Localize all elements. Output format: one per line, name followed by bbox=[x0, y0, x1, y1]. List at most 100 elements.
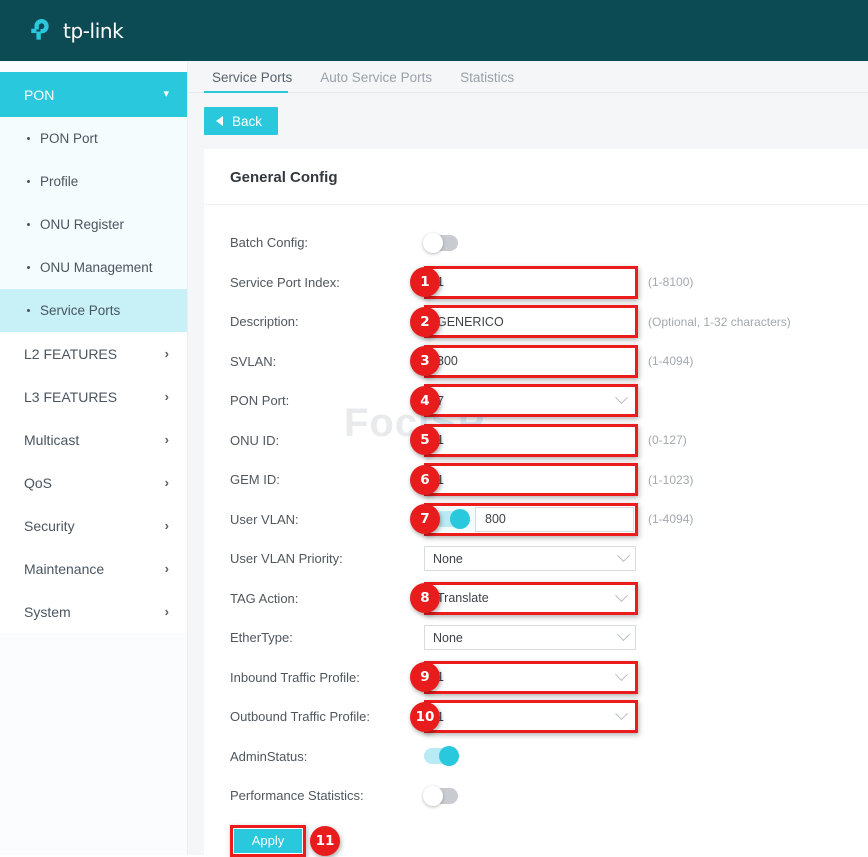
sidebar-item-security[interactable]: Security › bbox=[0, 504, 187, 547]
pon-port-select[interactable]: 7 bbox=[428, 388, 634, 414]
triangle-left-icon bbox=[216, 116, 223, 126]
batch-config-toggle[interactable] bbox=[423, 232, 458, 253]
performance-statistics-toggle[interactable] bbox=[423, 785, 458, 806]
tplink-logo-icon bbox=[31, 18, 49, 40]
svlan-label: SVLAN: bbox=[230, 353, 277, 369]
field-row-tag-action: TAG Action: 8 Translate bbox=[204, 579, 868, 619]
chevron-down-icon bbox=[615, 589, 628, 602]
tag-action-select[interactable]: Translate bbox=[428, 585, 634, 611]
sidebar-item-label: Profile bbox=[40, 174, 79, 189]
onu-id-input[interactable]: 1 bbox=[428, 427, 634, 453]
svlan-highlight: 3 800 bbox=[410, 344, 638, 378]
gem-id-input[interactable]: 1 bbox=[428, 467, 634, 493]
onu-id-label: ONU ID: bbox=[230, 432, 280, 448]
chevron-right-icon: › bbox=[164, 604, 169, 619]
sidebar-item-qos[interactable]: QoS › bbox=[0, 461, 187, 504]
marker-6: 6 bbox=[410, 464, 440, 495]
sidebar-item-pon-port[interactable]: PON Port bbox=[0, 117, 187, 160]
onu-id-highlight: 5 1 bbox=[410, 423, 638, 457]
gem-id-label: GEM ID: bbox=[230, 472, 280, 488]
marker-11: 11 bbox=[310, 825, 340, 856]
sidebar-item-profile[interactable]: Profile bbox=[0, 160, 187, 203]
field-row-ethertype: EtherType: None bbox=[204, 618, 868, 658]
service-port-index-hint: (1-8100) bbox=[648, 275, 694, 290]
ethertype-select[interactable]: None bbox=[424, 625, 636, 651]
field-row-inbound-profile: Inbound Traffic Profile: 9 1 bbox=[204, 658, 868, 698]
sidebar-item-label: ONU Management bbox=[40, 260, 153, 275]
sidebar-item-l2-features[interactable]: L2 FEATURES › bbox=[0, 332, 187, 375]
description-hint: (Optional, 1-32 characters) bbox=[648, 314, 791, 329]
service-port-index-label: Service Port Index: bbox=[230, 274, 340, 290]
chevron-right-icon: › bbox=[164, 561, 169, 576]
chevron-right-icon: › bbox=[164, 518, 169, 533]
tab-service-ports[interactable]: Service Ports bbox=[204, 70, 300, 93]
back-button-row: Back bbox=[188, 93, 868, 149]
toggle-knob bbox=[449, 509, 470, 530]
sidebar-item-label: Security bbox=[24, 517, 75, 534]
user-vlan-label: User VLAN: bbox=[230, 511, 299, 527]
field-row-description: Description: 2 GENERICO (Optional, 1-32 … bbox=[204, 302, 868, 342]
sidebar-item-onu-management[interactable]: ONU Management bbox=[0, 246, 187, 289]
outbound-profile-highlight: 10 1 bbox=[410, 700, 638, 734]
gem-id-highlight: 6 1 bbox=[410, 463, 638, 497]
svlan-hint: (1-4094) bbox=[648, 354, 694, 369]
chevron-down-icon bbox=[615, 668, 628, 681]
service-port-index-input[interactable]: 1 bbox=[428, 269, 634, 295]
sidebar-item-label: System bbox=[24, 603, 71, 620]
bullet-icon bbox=[27, 223, 30, 226]
sidebar-item-onu-register[interactable]: ONU Register bbox=[0, 203, 187, 246]
field-row-admin-status: AdminStatus: bbox=[204, 737, 868, 777]
ethertype-label: EtherType: bbox=[230, 630, 293, 646]
sidebar-item-system[interactable]: System › bbox=[0, 590, 187, 633]
sidebar-group-pon[interactable]: PON ▾ bbox=[0, 72, 187, 117]
field-row-pon-port: PON Port: 4 7 bbox=[204, 381, 868, 421]
inbound-profile-select[interactable]: 1 bbox=[428, 664, 634, 690]
sidebar-item-label: QoS bbox=[24, 474, 53, 491]
marker-4: 4 bbox=[410, 385, 440, 416]
sidebar: PON ▾ PON Port Profile ONU Register ONU … bbox=[0, 61, 188, 855]
tab-statistics[interactable]: Statistics bbox=[452, 70, 522, 92]
bullet-icon bbox=[27, 309, 30, 312]
apply-button[interactable]: Apply bbox=[234, 828, 302, 853]
user-vlan-priority-select[interactable]: None bbox=[424, 546, 636, 572]
general-config-card: General Config FocISP Batch Config: Serv… bbox=[204, 149, 868, 857]
sidebar-item-label: L2 FEATURES bbox=[24, 345, 118, 362]
chevron-down-icon bbox=[615, 391, 628, 405]
sidebar-item-service-ports[interactable]: Service Ports bbox=[0, 289, 187, 332]
user-vlan-input[interactable]: 800 bbox=[476, 506, 634, 532]
marker-9: 9 bbox=[410, 662, 440, 693]
sidebar-item-multicast[interactable]: Multicast › bbox=[0, 418, 187, 461]
field-row-user-vlan-priority: User VLAN Priority: None bbox=[204, 539, 868, 579]
user-vlan-combo: 800 bbox=[428, 506, 634, 532]
app-header: tp-link bbox=[0, 0, 868, 61]
batch-config-label: Batch Config: bbox=[230, 235, 309, 251]
inbound-profile-label: Inbound Traffic Profile: bbox=[230, 669, 360, 685]
sidebar-item-maintenance[interactable]: Maintenance › bbox=[0, 547, 187, 590]
marker-3: 3 bbox=[410, 346, 440, 377]
chevron-down-icon bbox=[617, 628, 630, 642]
gem-id-hint: (1-1023) bbox=[648, 472, 694, 487]
chevron-down-icon: ▾ bbox=[163, 88, 169, 100]
chevron-right-icon: › bbox=[164, 432, 169, 447]
description-input[interactable]: GENERICO bbox=[428, 309, 634, 335]
toggle-knob bbox=[423, 785, 443, 806]
marker-5: 5 bbox=[410, 425, 440, 456]
description-highlight: 2 GENERICO bbox=[410, 305, 638, 339]
description-label: Description: bbox=[230, 314, 299, 330]
svlan-input[interactable]: 800 bbox=[428, 348, 634, 374]
user-vlan-priority-label: User VLAN Priority: bbox=[230, 551, 343, 567]
sidebar-item-l3-features[interactable]: L3 FEATURES › bbox=[0, 375, 187, 418]
admin-status-toggle[interactable] bbox=[424, 746, 459, 767]
config-form: FocISP Batch Config: Service Port Index:… bbox=[204, 205, 868, 857]
marker-2: 2 bbox=[410, 306, 440, 337]
chevron-right-icon: › bbox=[164, 475, 169, 490]
outbound-profile-label: Outbound Traffic Profile: bbox=[230, 709, 370, 725]
brand-name: tp-link bbox=[63, 18, 124, 43]
back-button[interactable]: Back bbox=[204, 107, 279, 135]
tab-auto-service-ports[interactable]: Auto Service Ports bbox=[312, 70, 440, 92]
outbound-profile-select[interactable]: 1 bbox=[428, 704, 634, 730]
sidebar-item-label: ONU Register bbox=[40, 217, 125, 232]
sidebar-item-label: Multicast bbox=[24, 431, 80, 448]
main-content: Service Ports Auto Service Ports Statist… bbox=[188, 61, 868, 857]
field-row-svlan: SVLAN: 3 800 (1-4094) bbox=[204, 342, 868, 382]
